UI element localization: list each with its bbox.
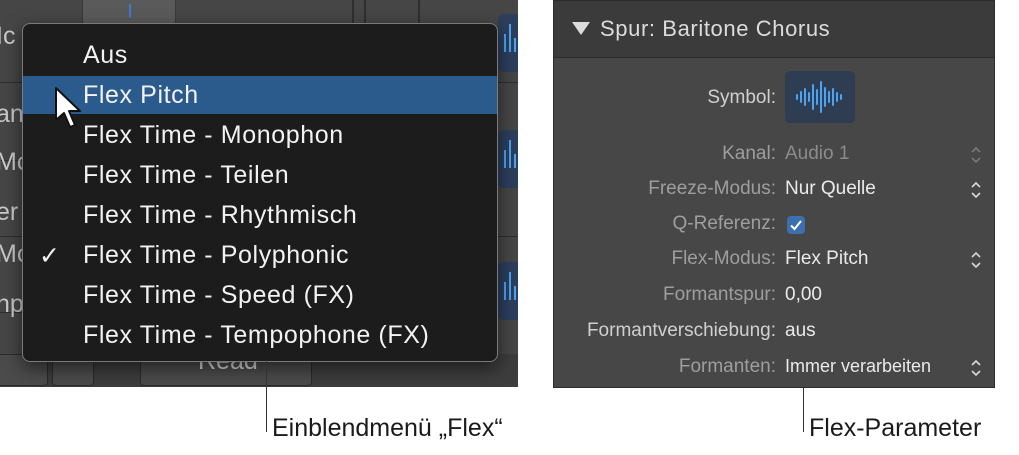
menu-item-flex-time-teilen[interactable]: Flex Time - Teilen [23,156,497,194]
menu-item-aus[interactable]: Aus [23,36,497,74]
menu-item-flex-time-monophon[interactable]: Flex Time - Monophon [23,116,497,154]
row-value: Nur Quelle [785,178,876,199]
row-label: Q-Referenz: [672,213,776,234]
menu-item-flex-pitch[interactable]: Flex Pitch [23,76,497,114]
q-referenz-checkbox[interactable] [787,216,805,234]
row-label: Freeze-Modus: [648,178,776,199]
background-label: np [0,290,24,318]
checkmark-icon: ✓ [39,242,61,270]
inspector-row-flex-modus[interactable]: Flex-Modus: Flex Pitch [554,248,994,278]
row-label: Flex-Modus: [671,248,776,269]
row-label: Kanal: [722,143,776,164]
waveform-icon[interactable] [498,130,518,188]
mouse-pointer-icon [54,86,84,135]
inspector-row-formantspur[interactable]: Formantspur: 0,00 [554,284,994,314]
menu-item-flex-time-polyphonic[interactable]: ✓ Flex Time - Polyphonic [23,236,497,274]
inspector-row-freeze-modus[interactable]: Freeze-Modus: Nur Quelle [554,178,994,208]
menu-item-label: Flex Time - Monophon [83,121,344,149]
inspector-header[interactable]: Spur: Baritone Chorus [554,1,994,58]
callout-line-flex-parameter [803,388,804,432]
background-label: an [0,100,24,128]
inspector-row-kanal[interactable]: Kanal: Audio 1 [554,143,994,173]
callout-flex-parameter: Flex-Parameter [809,414,982,442]
inspector-row-formanten[interactable]: Formanten: Immer verarbeiten [554,356,994,386]
inspector-title: Spur: Baritone Chorus [600,16,831,41]
callout-flex-menu: Einblendmenü „Flex“ [272,414,503,442]
menu-item-label: Flex Time - Teilen [83,161,290,189]
symbol-label: Symbol: [707,87,776,108]
stepper-icon[interactable] [970,180,982,200]
row-label: Formantspur: [663,284,776,305]
callout-line-flex-menu [266,360,267,432]
menu-item-label: Flex Time - Speed (FX) [83,281,355,309]
row-value: Immer verarbeiten [785,356,932,376]
track-inspector: Spur: Baritone Chorus Symbol: Kanal: Aud [553,0,995,388]
stepper-icon[interactable] [970,145,982,165]
row-value: 0,00 [785,284,822,305]
row-value: Audio 1 [785,143,850,164]
waveform-icon[interactable] [498,14,518,72]
track-symbol-waveform-icon[interactable] [785,71,855,123]
row-value: aus [785,320,816,341]
background-label: er [0,198,19,226]
menu-item-label: Flex Time - Tempophone (FX) [83,321,430,349]
row-label: Formanten: [678,356,776,377]
row-value: Flex Pitch [785,248,869,269]
stepper-icon[interactable] [970,250,982,270]
menu-item-flex-time-rhythmisch[interactable]: Flex Time - Rhythmisch [23,196,497,234]
waveform-icon[interactable] [498,262,518,320]
row-label: Formantverschiebung: [586,320,776,341]
stepper-icon[interactable] [970,358,982,378]
flex-mode-popup-menu[interactable]: Aus Flex Pitch Flex Time - Monophon Flex… [22,23,498,362]
menu-item-flex-time-speed[interactable]: Flex Time - Speed (FX) [23,276,497,314]
disclosure-triangle-icon[interactable] [572,22,590,35]
inspector-row-formantverschiebung[interactable]: Formantverschiebung: aus [554,320,994,350]
menu-item-label: Flex Time - Rhythmisch [83,201,358,229]
inspector-row-q-referenz[interactable]: Q-Referenz: [554,213,994,243]
menu-item-flex-time-tempophone[interactable]: Flex Time - Tempophone (FX) [23,316,497,354]
background-label: Ic [0,22,16,50]
menu-item-label: Flex Pitch [83,81,199,109]
menu-item-label: Flex Time - Polyphonic [83,241,350,269]
menu-item-label: Aus [83,41,128,69]
